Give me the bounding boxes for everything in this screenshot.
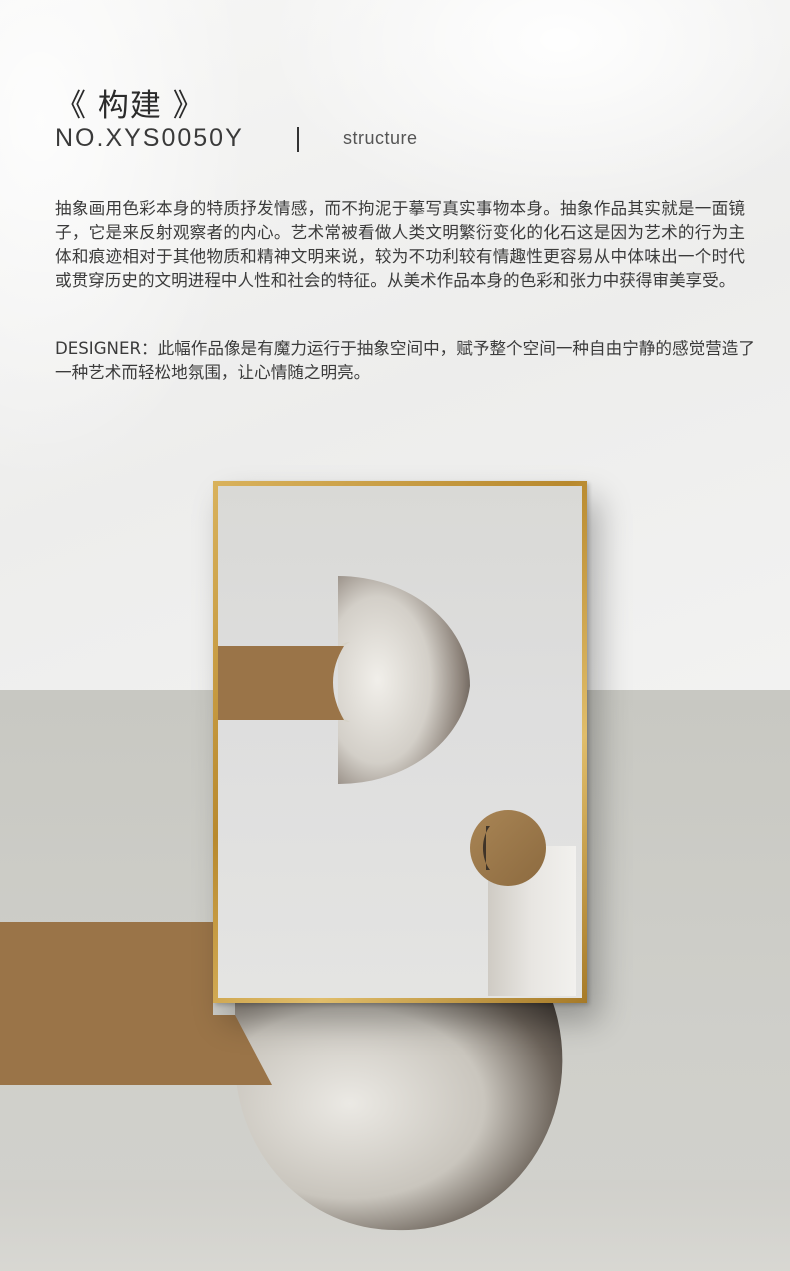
product-title: 《 构建 》 [55,88,205,124]
product-code: NO.XYS0050Y [55,124,244,152]
product-subtitle: structure [343,128,418,148]
product-description: 抽象画用色彩本身的特质抒发情感，而不拘泥于摹写真实事物本身。抽象作品其实就是一面… [55,199,745,290]
artwork-canvas [218,486,582,998]
title-divider [297,127,299,152]
artwork-frame [213,481,587,1003]
artwork-illustration [218,576,576,996]
designer-note: DESIGNER：此幅作品像是有魔力运行于抽象空间中，赋予整个空间一种自由宁静的… [55,339,755,382]
